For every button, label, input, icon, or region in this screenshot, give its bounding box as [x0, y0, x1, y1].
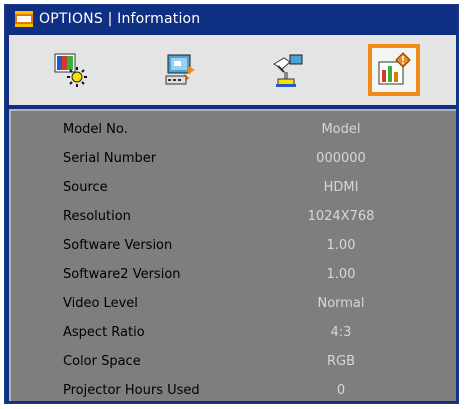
info-label: Software Version [63, 238, 173, 253]
title-bar: OPTIONS | Information [5, 5, 458, 33]
options-tab-bar [9, 35, 456, 105]
info-row-color-space: Color Space RGB [11, 347, 456, 376]
image-settings-icon [54, 53, 87, 87]
info-value: HDMI [323, 180, 359, 195]
tab-image[interactable] [44, 44, 96, 96]
info-value: 1.00 [326, 238, 356, 253]
info-value: Model [321, 122, 361, 137]
info-value: 1.00 [326, 267, 356, 282]
info-value: Normal [317, 296, 365, 311]
info-label: Source [63, 180, 108, 195]
info-label: Model No. [63, 122, 128, 137]
info-label: Serial Number [63, 151, 157, 166]
info-value: 4:3 [330, 325, 352, 340]
info-label: Video Level [63, 296, 138, 311]
info-label: Resolution [63, 209, 131, 224]
info-label: Color Space [63, 354, 141, 369]
tab-setup[interactable] [262, 44, 314, 96]
info-value: RGB [326, 354, 356, 369]
info-row-source: Source HDMI [11, 173, 456, 202]
info-value: 0 [336, 383, 346, 398]
options-window: OPTIONS | Information Model No. Model Se… [4, 4, 459, 404]
info-row-model: Model No. Model [11, 115, 456, 144]
info-row-software-version: Software Version 1.00 [11, 231, 456, 260]
info-row-resolution: Resolution 1024X768 [11, 202, 456, 231]
info-row-serial: Serial Number 000000 [11, 144, 456, 173]
info-value: 000000 [316, 151, 366, 166]
window-title: OPTIONS | Information [39, 11, 201, 27]
info-label: Aspect Ratio [63, 325, 145, 340]
display-settings-icon [165, 54, 195, 85]
info-label: Software2 Version [63, 267, 181, 282]
information-panel: Model No. Model Serial Number 000000 Sou… [9, 109, 456, 401]
options-menu-icon [15, 11, 33, 27]
info-label: Projector Hours Used [63, 383, 200, 398]
tab-information[interactable] [368, 44, 420, 96]
info-row-projector-hours: Projector Hours Used 0 [11, 376, 456, 405]
tab-divider [9, 105, 456, 107]
setup-settings-icon [273, 54, 303, 87]
info-row-aspect-ratio: Aspect Ratio 4:3 [11, 318, 456, 347]
info-row-software2-version: Software2 Version 1.00 [11, 260, 456, 289]
tab-display[interactable] [154, 44, 206, 96]
info-value: 1024X768 [307, 209, 375, 224]
information-icon [378, 52, 411, 85]
info-row-video-level: Video Level Normal [11, 289, 456, 318]
